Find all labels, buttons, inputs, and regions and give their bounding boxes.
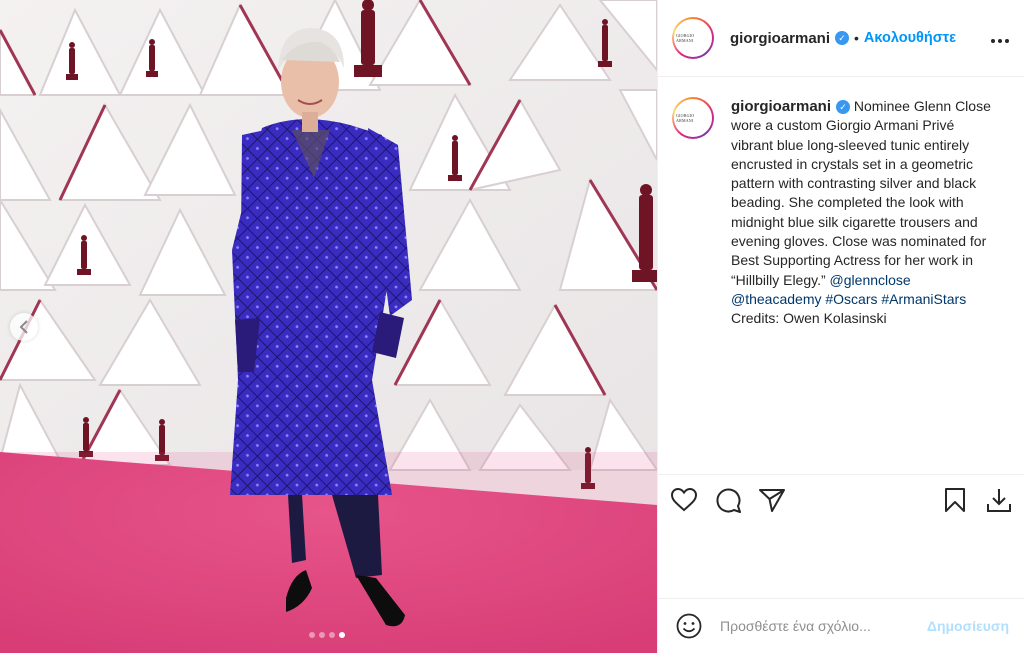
avatar[interactable]: GIORGIO ARMANI — [672, 17, 714, 59]
like-button[interactable] — [670, 486, 698, 514]
carousel-dot — [309, 632, 315, 638]
comment-button[interactable] — [714, 486, 742, 514]
comment-composer: Δημοσίευση — [658, 598, 1024, 653]
caption-tag-link[interactable]: @glennclose — [830, 272, 911, 288]
post-header: GIORGIO ARMANI giorgioarmani ✓ • Ακολουθ… — [658, 0, 1024, 77]
save-button[interactable] — [941, 486, 969, 514]
post-sidebar: GIORGIO ARMANI giorgioarmani ✓ • Ακολουθ… — [657, 0, 1024, 653]
caption-credits: Credits: Owen Kolasinski — [731, 310, 887, 327]
caption-tag-link[interactable]: @theacademy — [731, 291, 821, 307]
bookmark-icon — [945, 487, 965, 512]
avatar-logo: GIORGIO ARMANI — [676, 113, 695, 123]
more-options-icon[interactable] — [990, 27, 1010, 50]
caption-tag-link[interactable]: #ArmaniStars — [881, 291, 966, 307]
comment-input[interactable] — [720, 618, 927, 634]
download-icon — [987, 488, 1011, 512]
carousel-indicator — [309, 632, 345, 638]
action-bar — [658, 474, 1024, 524]
heart-icon — [671, 487, 697, 511]
carousel-dot — [339, 632, 345, 638]
caption-avatar[interactable]: GIORGIO ARMANI — [672, 97, 714, 139]
smiley-icon[interactable] — [676, 613, 702, 639]
caption-row: GIORGIO ARMANI giorgioarmani ✓ Nominee Gl… — [658, 77, 1024, 329]
caption-tag-link[interactable]: #Oscars — [825, 291, 877, 307]
comment-icon — [716, 488, 741, 513]
chevron-left-icon — [19, 320, 28, 334]
publish-button[interactable]: Δημοσίευση — [927, 618, 1009, 634]
red-carpet-photo — [0, 0, 657, 653]
separator-dot: • — [854, 30, 859, 46]
avatar-logo: GIORGIO ARMANI — [676, 33, 695, 43]
carousel-prev-button[interactable] — [10, 313, 38, 341]
verified-badge-icon: ✓ — [836, 100, 851, 115]
share-button[interactable] — [758, 486, 786, 514]
carousel-dot — [319, 632, 325, 638]
verified-badge-icon: ✓ — [835, 31, 850, 45]
download-button[interactable] — [985, 486, 1013, 514]
carousel-dot — [329, 632, 335, 638]
post-photo[interactable] — [0, 0, 657, 653]
caption-text: Nominee Glenn Close wore a custom Giorgi… — [731, 98, 991, 288]
send-icon — [759, 488, 785, 512]
follow-button[interactable]: Ακολουθήστε — [864, 30, 956, 46]
post-caption: giorgioarmani ✓ Nominee Glenn Close wore … — [731, 97, 993, 329]
caption-username[interactable]: giorgioarmani — [731, 98, 831, 115]
post-username[interactable]: giorgioarmani — [730, 30, 830, 47]
